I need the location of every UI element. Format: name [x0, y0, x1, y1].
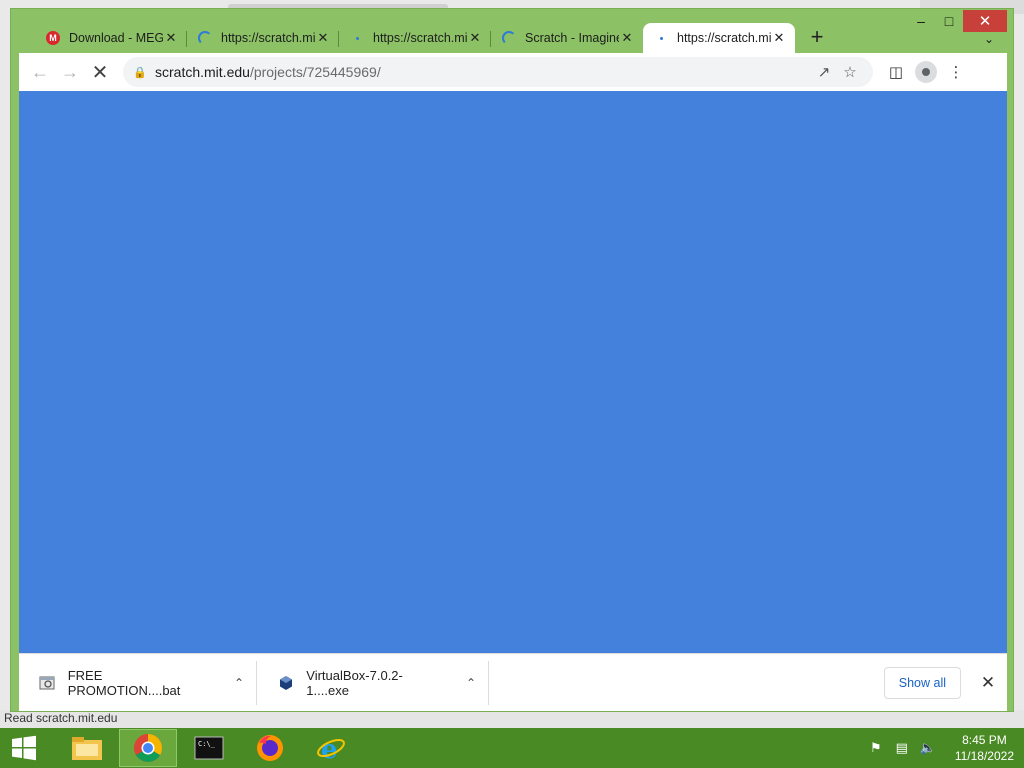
network-icon[interactable]: ▤: [891, 740, 913, 756]
side-panel-icon[interactable]: ◫: [881, 57, 911, 87]
tab-mega[interactable]: M Download - MEGA ✕: [35, 23, 187, 53]
address-bar[interactable]: 🔒 scratch.mit.edu/projects/725445969/ ↗ …: [123, 57, 873, 87]
url-path: /projects/725445969/: [249, 64, 381, 80]
batch-file-icon: [39, 674, 56, 692]
stop-loading-button[interactable]: ✕: [85, 57, 115, 87]
close-tab-icon[interactable]: ✕: [771, 30, 787, 46]
tab-title: https://scratch.mit.edu: [221, 31, 315, 45]
lock-icon[interactable]: 🔒: [133, 66, 147, 79]
download-filename: VirtualBox-7.0.2-1....exe: [306, 667, 403, 698]
menu-kebab-icon[interactable]: ⋮: [941, 57, 971, 87]
close-tab-icon[interactable]: ✕: [467, 30, 483, 46]
bookmark-star-icon[interactable]: ☆: [837, 63, 863, 81]
tab-title: https://scratch.mit.edu: [373, 31, 467, 45]
virtualbox-icon: [277, 674, 294, 692]
url-host: scratch.mit.edu: [155, 64, 250, 80]
chevron-up-icon[interactable]: ⌃: [466, 676, 476, 690]
loading-spinner-icon: [197, 30, 213, 46]
loading-spinner-icon: [501, 30, 517, 46]
profile-button[interactable]: [911, 57, 941, 87]
download-item[interactable]: VirtualBox-7.0.2-1....exe ⌃: [257, 660, 489, 705]
page-content[interactable]: [19, 91, 1007, 653]
close-downloads-bar-icon[interactable]: ✕: [975, 670, 1001, 696]
start-button[interactable]: [0, 728, 48, 768]
chevron-up-icon[interactable]: ⌃: [234, 676, 244, 690]
toolbar: ← → ✕ 🔒 scratch.mit.edu/projects/7254459…: [19, 53, 1007, 91]
download-item[interactable]: FREE PROMOTION....bat ⌃: [19, 660, 257, 705]
action-center-flag-icon[interactable]: ⚑: [865, 740, 887, 756]
close-tab-icon[interactable]: ✕: [315, 30, 331, 46]
internet-explorer-icon[interactable]: e: [302, 729, 360, 767]
tab-scratch-1[interactable]: https://scratch.mit.edu ✕: [187, 23, 339, 53]
tab-search-chevron-icon[interactable]: ⌄: [979, 29, 999, 49]
file-explorer-icon[interactable]: [58, 729, 116, 767]
chrome-icon[interactable]: [119, 729, 177, 767]
close-tab-icon[interactable]: ✕: [619, 30, 635, 46]
windows-logo-icon: [12, 735, 36, 761]
mega-icon: M: [45, 30, 61, 46]
loading-dot-icon: [653, 30, 669, 46]
taskbar: C:\_ e ⚑ ▤ 🔈 8:45 PM 11/18/2022: [0, 728, 1024, 768]
clock-time: 8:45 PM: [962, 733, 1007, 747]
new-tab-button[interactable]: +: [803, 23, 831, 51]
tab-scratch-active[interactable]: https://scratch.mit.edu ✕: [643, 23, 795, 53]
svg-text:C:\_: C:\_: [198, 740, 216, 748]
clock-date: 11/18/2022: [954, 749, 1014, 763]
browser-window: – □ ✕ M Download - MEGA ✕ https://scratc…: [10, 8, 1014, 712]
tab-title: Scratch - Imagine: [525, 31, 619, 45]
loading-dot-icon: [349, 30, 365, 46]
volume-icon[interactable]: 🔈: [917, 740, 939, 756]
command-prompt-icon[interactable]: C:\_: [180, 729, 238, 767]
download-filename: FREE PROMOTION....bat: [67, 667, 181, 698]
tab-title: Download - MEGA: [69, 31, 163, 45]
firefox-icon[interactable]: [241, 729, 299, 767]
downloads-bar: FREE PROMOTION....bat ⌃ VirtualBox-7.0.2…: [19, 653, 1007, 711]
tab-strip: M Download - MEGA ✕ https://scratch.mit.…: [35, 21, 995, 53]
close-tab-icon[interactable]: ✕: [163, 30, 179, 46]
tab-scratch-2[interactable]: https://scratch.mit.edu ✕: [339, 23, 491, 53]
forward-button[interactable]: →: [55, 57, 85, 87]
share-icon[interactable]: ↗: [811, 63, 837, 81]
avatar-icon: [915, 61, 937, 83]
tab-title: https://scratch.mit.edu: [677, 31, 771, 45]
clock[interactable]: 8:45 PM 11/18/2022: [955, 732, 1014, 764]
tab-scratch-imagine[interactable]: Scratch - Imagine ✕: [491, 23, 643, 53]
system-tray: ⚑ ▤ 🔈 8:45 PM 11/18/2022: [863, 728, 1014, 768]
status-text: Read scratch.mit.edu: [0, 710, 1024, 728]
back-button[interactable]: ←: [25, 57, 55, 87]
show-all-downloads-button[interactable]: Show all: [883, 666, 961, 699]
svg-text:e: e: [321, 735, 338, 763]
